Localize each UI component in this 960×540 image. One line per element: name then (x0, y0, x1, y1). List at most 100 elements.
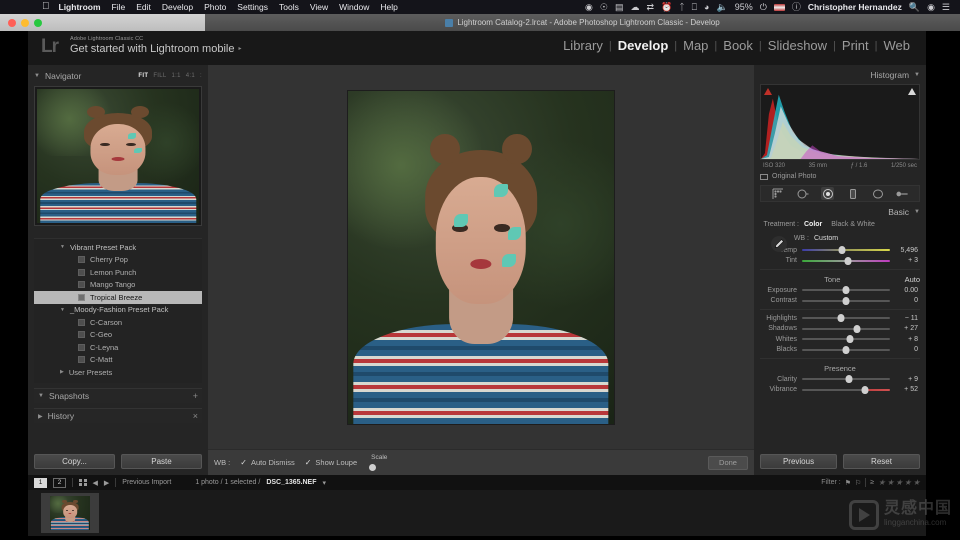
whites-knob[interactable] (846, 335, 854, 344)
white-balance-eyedropper-icon[interactable] (770, 235, 788, 253)
triangle-right-icon[interactable]: ▶ (60, 369, 64, 375)
us-flag-icon[interactable] (773, 3, 785, 11)
adjustment-brush-icon[interactable] (896, 187, 909, 200)
siri-icon[interactable]: ⓘ (792, 2, 801, 12)
preset-c-geo[interactable]: C-Geo (34, 329, 202, 342)
zoom-fit[interactable]: FIT (138, 73, 148, 79)
histogram-header[interactable]: Histogram ▼ (760, 69, 920, 81)
triangle-down-icon[interactable]: ▼ (38, 393, 44, 399)
exposure-knob[interactable] (842, 286, 850, 295)
minimize-window-button[interactable] (21, 18, 29, 27)
temp-knob[interactable] (838, 246, 846, 255)
cloud-icon[interactable]: ☁ (630, 2, 639, 12)
done-button[interactable]: Done (708, 455, 748, 470)
tint-slider-row[interactable]: Tint + 3 (760, 256, 920, 267)
wifi-icon[interactable]: ◕ (704, 2, 709, 12)
module-web[interactable]: Web (878, 38, 917, 53)
time-machine-icon[interactable]: ⏰ (661, 2, 672, 12)
filter-compare-operator[interactable]: ≥ (870, 479, 874, 486)
star-icon[interactable]: ★ (878, 478, 885, 487)
contrast-slider-row[interactable]: Contrast 0 (760, 296, 920, 307)
apple-logo-icon[interactable]:  (42, 2, 50, 12)
previous-button[interactable]: Previous (760, 454, 837, 469)
add-snapshot-button[interactable]: + (193, 391, 198, 401)
copy-button[interactable]: Copy... (34, 454, 115, 469)
vibrance-knob[interactable] (861, 385, 869, 394)
clarity-knob[interactable] (845, 375, 853, 384)
preset-mango-tango[interactable]: Mango Tango (34, 279, 202, 292)
show-loupe-checkbox[interactable]: ✓ Show Loupe (305, 458, 357, 467)
highlights-slider-row[interactable]: Highlights − 11 (760, 313, 920, 324)
clarity-slider-row[interactable]: Clarity + 9 (760, 374, 920, 385)
paste-button[interactable]: Paste (121, 454, 202, 469)
filter-star-rating[interactable]: ★ ★ ★ ★ ★ (878, 478, 920, 487)
graduated-filter-icon[interactable] (846, 187, 859, 200)
clock-badge-icon[interactable]: ☉ (600, 2, 608, 12)
close-window-button[interactable] (8, 18, 16, 27)
preset-c-carson[interactable]: C-Carson (34, 316, 202, 329)
airplay-icon[interactable]: ⎕ (692, 2, 697, 12)
window-traffic-lights[interactable] (0, 18, 42, 27)
module-map[interactable]: Map (677, 38, 714, 53)
wb-value[interactable]: Custom (814, 235, 838, 242)
menu-app-name[interactable]: Lightroom (59, 2, 101, 12)
preset-group-user[interactable]: ▶ User Presets (34, 366, 202, 379)
module-book[interactable]: Book (717, 38, 759, 53)
menu-develop[interactable]: Develop (162, 2, 193, 12)
blacks-slider[interactable] (802, 345, 890, 355)
preset-group-vibrant[interactable]: ▼ Vibrant Preset Pack (34, 241, 202, 254)
forward-arrow-icon[interactable]: ▶ (104, 479, 109, 487)
bluetooth-icon[interactable]: ᛏ (679, 2, 684, 12)
preset-c-matt[interactable]: C-Matt (34, 354, 202, 367)
blacks-slider-row[interactable]: Blacks 0 (760, 345, 920, 356)
vibrance-slider[interactable] (802, 385, 890, 395)
highlights-slider[interactable] (802, 313, 890, 323)
exposure-slider[interactable] (802, 285, 890, 295)
navigator-header[interactable]: ▼ Navigator FIT FILL 1:1 4:1 : (34, 69, 202, 82)
red-eye-icon[interactable] (821, 187, 834, 200)
menu-tools[interactable]: Tools (279, 2, 299, 12)
zoom-1-1[interactable]: 1:1 (172, 73, 181, 79)
triangle-down-icon[interactable]: ▼ (60, 307, 65, 313)
volume-icon[interactable]: 🔈 (716, 2, 727, 12)
original-photo-toggle[interactable]: Original Photo (760, 173, 920, 180)
crop-overlay-icon[interactable] (771, 187, 784, 200)
contrast-knob[interactable] (842, 296, 850, 305)
menu-edit[interactable]: Edit (136, 2, 151, 12)
page-2-button[interactable]: 2 (53, 477, 66, 488)
star-icon[interactable]: ★ (904, 478, 911, 487)
radial-filter-icon[interactable] (871, 187, 884, 200)
triangle-right-icon[interactable]: ▶ (38, 413, 43, 420)
notification-center-icon[interactable]: ☰ (942, 2, 950, 12)
shadows-knob[interactable] (853, 324, 861, 333)
tint-slider[interactable] (802, 256, 890, 266)
menu-view[interactable]: View (310, 2, 328, 12)
menu-file[interactable]: File (112, 2, 126, 12)
triangle-down-icon[interactable]: ▼ (34, 73, 40, 79)
contrast-slider[interactable] (802, 296, 890, 306)
menu-photo[interactable]: Photo (204, 2, 226, 12)
shadows-slider-row[interactable]: Shadows + 27 (760, 324, 920, 335)
highlight-clipping-icon[interactable] (908, 88, 916, 95)
treatment-bw-option[interactable]: Black & White (831, 221, 875, 228)
search-icon[interactable]: 🔍 (909, 2, 920, 12)
identity-plate[interactable]: Adobe Lightroom Classic CC Get started w… (70, 36, 241, 55)
menu-settings[interactable]: Settings (237, 2, 268, 12)
chevron-down-icon[interactable]: ▾ (323, 479, 327, 487)
preset-c-leyna[interactable]: C-Leyna (34, 341, 202, 354)
sync-icon[interactable]: ⇄ (646, 2, 654, 12)
clear-history-button[interactable]: × (193, 411, 198, 421)
exposure-slider-row[interactable]: Exposure 0.00 (760, 285, 920, 296)
clarity-slider[interactable] (802, 374, 890, 384)
scale-knob[interactable] (369, 463, 377, 471)
preset-group-moody-fashion[interactable]: ▼ _Moody-Fashion Preset Pack (34, 304, 202, 317)
histogram-graph[interactable] (760, 84, 920, 160)
basic-panel-header[interactable]: Basic ▼ (760, 205, 920, 219)
control-center-icon[interactable]: ◉ (927, 2, 935, 12)
zoom-window-button[interactable] (34, 18, 42, 27)
module-print[interactable]: Print (836, 38, 875, 53)
chevron-right-icon[interactable]: ▸ (238, 46, 241, 52)
photo-preview[interactable] (348, 90, 614, 424)
page-1-button[interactable]: 1 (34, 477, 47, 488)
whites-slider[interactable] (802, 334, 890, 344)
